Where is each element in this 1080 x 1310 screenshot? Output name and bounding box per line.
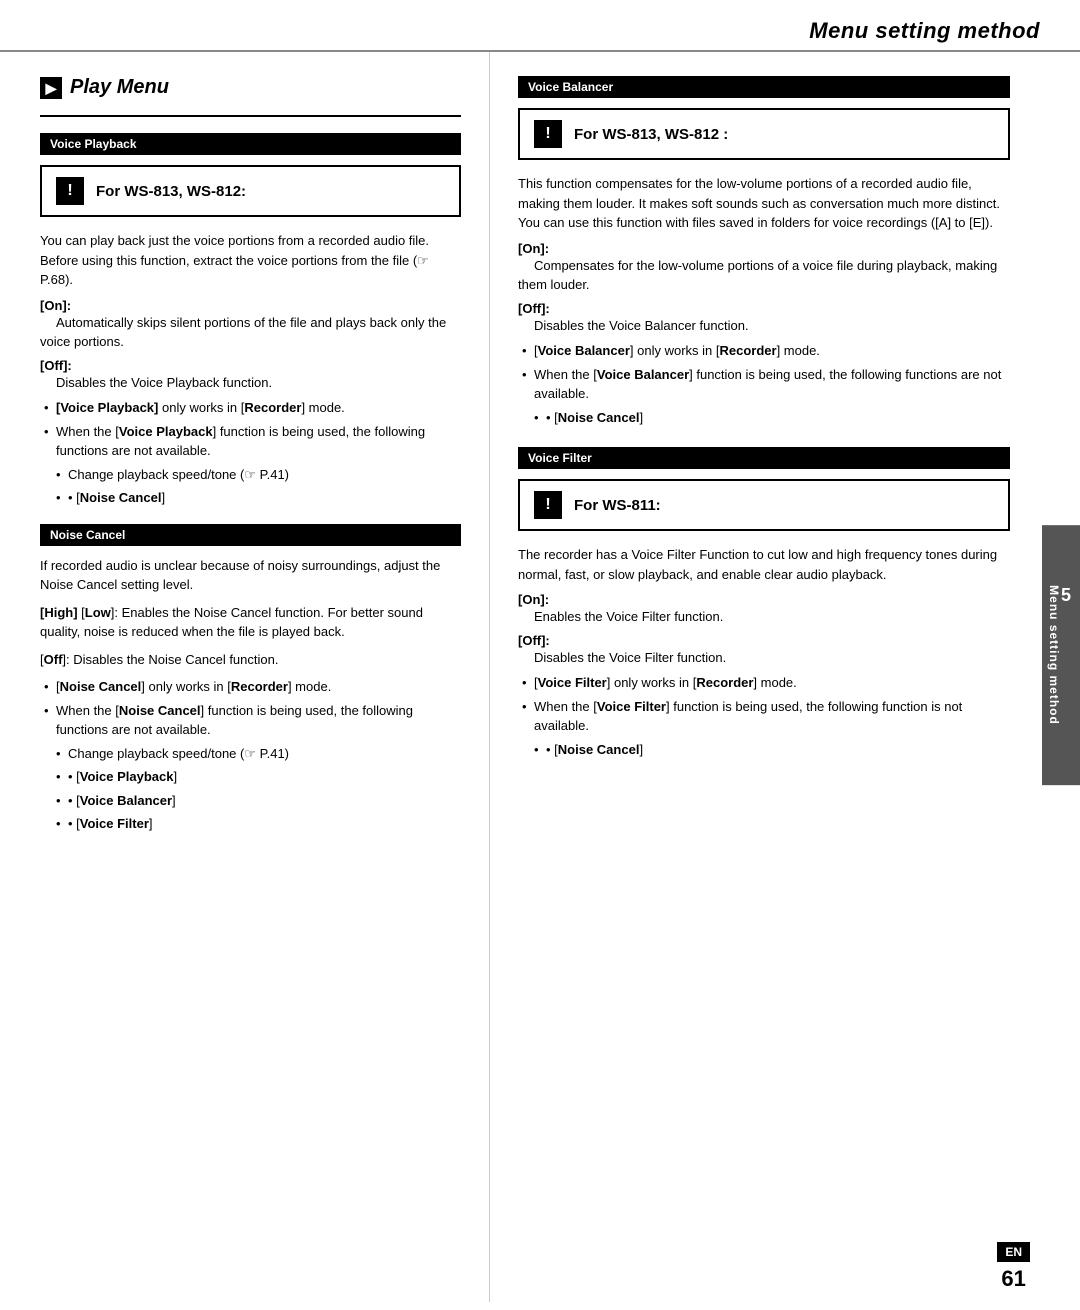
vb-off-label: [Off]: [518,301,550,316]
list-item: Change playback speed/tone (☞ P.41) [40,465,461,485]
list-item: • [Noise Cancel] [518,408,1010,428]
vb-on-block: [On]: Compensates for the low-volume por… [518,241,1010,295]
voice-filter-bullets: [Voice Filter] only works in [Recorder] … [518,673,1010,759]
side-tab: 5 Menu setting method [1042,525,1080,785]
right-column: Voice Balancer ! For WS-813, WS-812 : Th… [490,52,1080,1302]
noise-cancel-intro: If recorded audio is unclear because of … [40,556,461,595]
voice-balancer-warning-title: For WS-813, WS-812 : [574,126,728,143]
list-item: Change playback speed/tone (☞ P.41) [40,744,461,764]
warning-icon-vb: ! [534,120,562,148]
vp-on-label: [On]: [40,298,71,313]
warning-icon-vf: ! [534,491,562,519]
vf-off-label: [Off]: [518,633,550,648]
page-footer: EN 61 [997,1242,1030,1292]
voice-filter-warning-title: For WS-811: [574,497,661,514]
noise-cancel-high-low: [High] [Low]: Enables the Noise Cancel f… [40,603,461,642]
noise-cancel-bullets: [Noise Cancel] only works in [Recorder] … [40,677,461,834]
voice-playback-warning-box: ! For WS-813, WS-812: [40,165,461,217]
list-item: When the [Voice Balancer] function is be… [518,365,1010,404]
vb-on-desc: Compensates for the low-volume portions … [518,258,997,293]
list-item: When the [Voice Playback] function is be… [40,422,461,461]
voice-filter-warning-box: ! For WS-811: [518,479,1010,531]
list-item: • [Voice Playback] [40,767,461,787]
list-item: • [Voice Balancer] [40,791,461,811]
vb-off-block: [Off]: Disables the Voice Balancer funct… [518,301,1010,336]
vb-off-desc: Disables the Voice Balancer function. [518,318,749,333]
voice-playback-section-bar: Voice Playback [40,133,461,155]
voice-filter-section-bar: Voice Filter [518,447,1010,469]
vb-on-label: [On]: [518,241,549,256]
list-item: [Voice Filter] only works in [Recorder] … [518,673,1010,693]
list-item: • [Noise Cancel] [518,740,1010,760]
noise-cancel-off: [Off]: Disables the Noise Cancel functio… [40,650,461,670]
voice-balancer-warning-box: ! For WS-813, WS-812 : [518,108,1010,160]
page-title: Menu setting method [40,18,1040,44]
list-item: [Voice Playback] only works in [Recorder… [40,398,461,418]
voice-balancer-section-bar: Voice Balancer [518,76,1010,98]
main-content: ▶ Play Menu Voice Playback ! For WS-813,… [0,52,1080,1302]
vp-on-block: [On]: Automatically skips silent portion… [40,298,461,352]
voice-playback-bullets: [Voice Playback] only works in [Recorder… [40,398,461,508]
vp-off-desc: Disables the Voice Playback function. [40,375,272,390]
voice-playback-body: You can play back just the voice portion… [40,231,461,290]
list-item: • [Noise Cancel] [40,488,461,508]
vp-off-label: [Off]: [40,358,72,373]
vf-on-label: [On]: [518,592,549,607]
vf-on-desc: Enables the Voice Filter function. [518,609,723,624]
heading-divider [40,115,461,117]
vp-off-block: [Off]: Disables the Voice Playback funct… [40,358,461,393]
play-icon: ▶ [40,77,62,99]
play-menu-heading: ▶ Play Menu [40,76,461,99]
en-badge: EN [997,1242,1030,1262]
page-number: 61 [997,1266,1030,1292]
vf-off-block: [Off]: Disables the Voice Filter functio… [518,633,1010,668]
warning-icon-vp: ! [56,177,84,205]
vf-on-block: [On]: Enables the Voice Filter function. [518,592,1010,627]
voice-playback-warning-title: For WS-813, WS-812: [96,183,246,200]
voice-balancer-bullets: [Voice Balancer] only works in [Recorder… [518,341,1010,427]
tab-number: 5 [1061,585,1072,606]
voice-filter-body: The recorder has a Voice Filter Function… [518,545,1010,584]
list-item: When the [Noise Cancel] function is bein… [40,701,461,740]
list-item: When the [Voice Filter] function is bein… [518,697,1010,736]
list-item: • [Voice Filter] [40,814,461,834]
page-header: Menu setting method [0,0,1080,52]
tab-label: Menu setting method [1047,585,1061,725]
list-item: [Voice Balancer] only works in [Recorder… [518,341,1010,361]
left-column: ▶ Play Menu Voice Playback ! For WS-813,… [0,52,490,1302]
vp-on-desc: Automatically skips silent portions of t… [40,315,446,350]
list-item: [Noise Cancel] only works in [Recorder] … [40,677,461,697]
vf-off-desc: Disables the Voice Filter function. [518,650,726,665]
noise-cancel-section-bar: Noise Cancel [40,524,461,546]
play-menu-title: Play Menu [70,76,169,99]
voice-balancer-body: This function compensates for the low-vo… [518,174,1010,233]
